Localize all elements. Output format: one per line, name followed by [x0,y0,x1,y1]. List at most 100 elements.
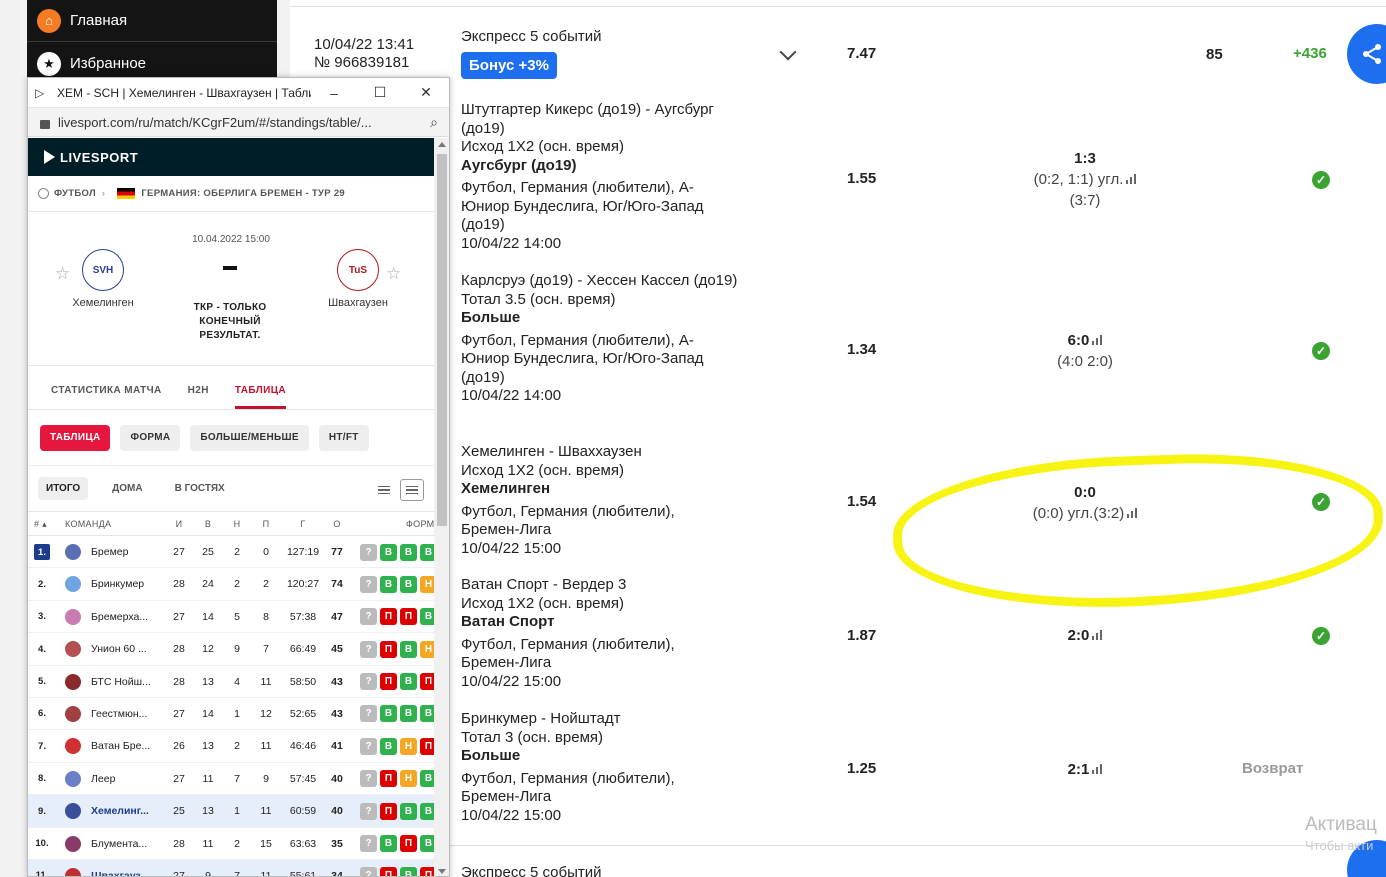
team-name[interactable]: Блумента... [91,828,159,860]
table-row[interactable]: 2. Бринкумер 28 24 2 2 120:27 74? В В Н [28,568,434,601]
form-badge[interactable]: ? [360,835,377,853]
subtab-away[interactable]: В ГОСТЯХ [167,477,233,500]
window-titlebar[interactable]: ▷ ХЕМ - SCH | Хемелинген - Швахгаузен | … [28,78,449,108]
form-badge[interactable]: В [420,835,434,853]
form-badge[interactable]: П [380,770,397,788]
table-row[interactable]: 7. Ватан Бре... 26 13 2 11 46:46 41? В Н П [28,730,434,763]
form-badge[interactable]: ? [360,608,377,626]
table-row[interactable]: 8. Леер 27 11 7 9 57:45 40? П Н В [28,763,434,796]
form-badge[interactable]: В [380,543,397,561]
team-name[interactable]: Ватан Бре... [91,730,159,762]
favorite-star-icon[interactable]: ☆ [386,264,401,284]
pill-over-under[interactable]: БОЛЬШЕ/МЕНЬШЕ [190,424,309,451]
url-text[interactable]: livesport.com/ru/match/KCgrF2um/#/standi… [58,115,419,130]
subtab-home[interactable]: ДОМА [104,477,150,500]
form-badge[interactable]: П [380,640,397,658]
form-badge[interactable]: ? [360,673,377,691]
form-badge[interactable]: ? [360,867,377,876]
scrollbar[interactable] [434,138,449,876]
form-badge[interactable]: П [400,835,417,853]
stats-icon[interactable] [1092,630,1103,640]
col-goals[interactable]: Г [288,512,318,536]
team-name[interactable]: Бринкумер [91,568,159,600]
form-badge[interactable]: В [380,705,397,723]
team-name[interactable]: БТС Нойш... [91,666,159,698]
form-badge[interactable]: В [420,770,434,788]
form-badge[interactable]: В [400,673,417,691]
col-losses[interactable]: П [253,512,279,536]
form-badge[interactable]: П [420,737,434,755]
scroll-down-icon[interactable] [438,869,446,874]
form-badge[interactable]: В [420,543,434,561]
col-draws[interactable]: Н [224,512,250,536]
form-badge[interactable]: ? [360,543,377,561]
form-badge[interactable]: В [400,575,417,593]
team-name[interactable]: Леер [91,763,159,795]
scroll-up-icon[interactable] [438,142,446,147]
pill-table[interactable]: ТАБЛИЦА [40,424,111,451]
col-points[interactable]: О [324,512,350,536]
scroll-thumb[interactable] [437,154,447,526]
pill-htft[interactable]: HT/FT [318,424,369,451]
form-badge[interactable]: В [380,835,397,853]
tab-match-stats[interactable]: СТАТИСТИКА МАТЧА [51,385,162,409]
form-badge[interactable]: П [420,673,434,691]
team-name[interactable]: Унион 60 ... [91,633,159,665]
form-badge[interactable]: П [380,673,397,691]
form-badge[interactable]: П [380,608,397,626]
detailed-view-icon[interactable] [400,479,424,501]
list-view-icon[interactable] [372,479,396,501]
chevron-down-icon[interactable] [779,43,797,61]
tab-standings[interactable]: ТАБЛИЦА [234,385,287,409]
form-badge[interactable]: Н [420,575,434,593]
col-played[interactable]: И [166,512,192,536]
form-badge[interactable]: Н [400,737,417,755]
team-name[interactable]: Геестмюн... [91,698,159,730]
home-team[interactable]: SVH Хемелинген [48,249,158,309]
close-icon[interactable]: ✕ [403,84,449,101]
breadcrumb-competition[interactable]: ГЕРМАНИЯ: ОБЕРЛИГА БРЕМЕН - ТУР 29 [141,188,345,199]
form-badge[interactable]: В [380,575,397,593]
table-row[interactable]: 5. БТС Нойш... 28 13 4 11 58:50 43? П В П [28,666,434,698]
brand-name[interactable]: LIVESPORT [60,150,138,165]
subtab-overall[interactable]: ИТОГО [38,477,89,500]
form-badge[interactable]: В [400,640,417,658]
form-badge[interactable]: ? [360,640,377,658]
sidebar-item-home[interactable]: ⌂ Главная [27,0,277,42]
maximize-icon[interactable]: ☐ [357,84,403,101]
team-name[interactable]: Хемелинг... [91,795,159,827]
table-row[interactable]: 1. Бремер 27 25 2 0 127:19 77? В В В [28,536,434,569]
form-badge[interactable]: П [380,802,397,820]
share-button[interactable] [1347,24,1386,84]
form-badge[interactable]: П [420,867,434,876]
form-badge[interactable]: ? [360,802,377,820]
table-row[interactable]: 10. Блумента... 28 11 2 15 63:63 35? В П В [28,828,434,860]
form-badge[interactable]: ? [360,737,377,755]
stats-icon[interactable] [1092,764,1103,774]
form-badge[interactable]: В [420,608,434,626]
form-badge[interactable]: ? [360,575,377,593]
table-row[interactable]: 9. Хемелинг... 25 13 1 11 60:59 40? П В В [28,795,434,828]
team-name[interactable]: Швахгауз... [91,860,159,876]
col-rank[interactable]: # ▴ [34,512,47,536]
form-badge[interactable]: Н [400,770,417,788]
form-badge[interactable]: В [420,705,434,723]
form-badge[interactable]: В [400,543,417,561]
address-bar[interactable]: livesport.com/ru/match/KCgrF2um/#/standi… [28,108,449,137]
col-wins[interactable]: В [195,512,221,536]
form-badge[interactable]: В [380,737,397,755]
form-badge[interactable]: В [420,802,434,820]
form-badge[interactable]: П [380,867,397,876]
stats-icon[interactable] [1126,174,1137,184]
tab-h2h[interactable]: H2H [188,385,209,409]
table-row[interactable]: 11. Швахгауз... 27 9 7 11 55:61 34? П В П [28,859,434,876]
form-badge[interactable]: В [400,802,417,820]
table-row[interactable]: 3. Бремерха... 27 14 5 8 57:38 47? П П В [28,601,434,634]
team-name[interactable]: Бремерха... [91,601,159,633]
team-name[interactable]: Бремер [91,536,159,568]
col-team[interactable]: КОМАНДА [65,512,111,536]
zoom-icon[interactable]: ⌕ [419,114,449,131]
breadcrumb-sport[interactable]: ФУТБОЛ [54,188,96,199]
form-badge[interactable]: В [400,705,417,723]
form-badge[interactable]: В [400,867,417,876]
